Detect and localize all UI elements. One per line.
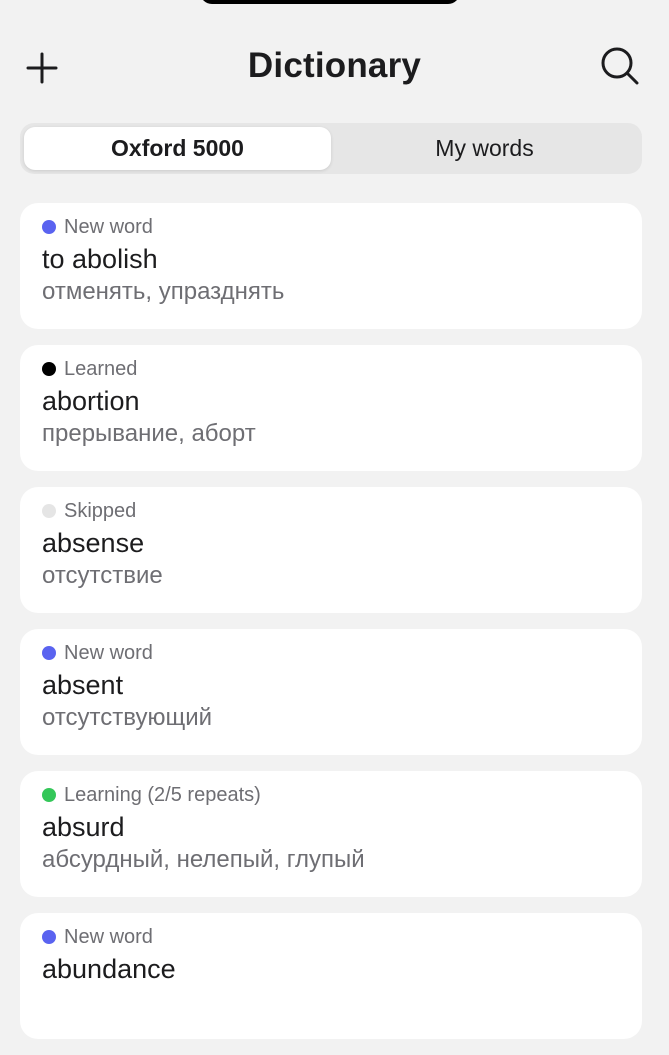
word-card[interactable]: New word abundance [20, 913, 642, 1039]
status-row: Learning (2/5 repeats) [42, 784, 620, 806]
word-list: New word to abolish отменять, упразднять… [20, 203, 642, 1055]
status-row: New word [42, 216, 620, 238]
tab-oxford-5000[interactable]: Oxford 5000 [24, 127, 331, 170]
word-text: abortion [42, 386, 140, 416]
word-translation: отсутствующий [42, 704, 213, 731]
page-title: Dictionary [247, 46, 422, 85]
status-dot [42, 788, 56, 802]
status-label: Learning (2/5 repeats) [64, 783, 261, 806]
status-dot [42, 930, 56, 944]
nav-header: Dictionary [0, 36, 669, 96]
status-row: New word [42, 642, 620, 664]
status-dot [42, 220, 56, 234]
status-label: New word [64, 925, 153, 948]
word-text: absense [42, 528, 145, 558]
tab-label: Oxford 5000 [111, 135, 244, 161]
device-notch [200, 0, 460, 4]
tab-my-words[interactable]: My words [331, 127, 638, 170]
status-dot [42, 362, 56, 376]
search-button[interactable] [598, 44, 642, 88]
word-card[interactable]: Learning (2/5 repeats) absurd абсурдный,… [20, 771, 642, 897]
word-text: absent [42, 670, 124, 700]
word-text: abundance [42, 954, 176, 984]
word-card[interactable]: Learned abortion прерывание, аборт [20, 345, 642, 471]
word-translation: отменять, упразднять [42, 278, 285, 305]
tab-label: My words [435, 135, 534, 161]
status-row: Learned [42, 358, 620, 380]
status-label: Skipped [64, 499, 137, 522]
status-label: New word [64, 215, 153, 238]
word-text: absurd [42, 812, 125, 842]
word-translation: отсутствие [42, 562, 163, 589]
word-card[interactable]: New word to abolish отменять, упразднять [20, 203, 642, 329]
status-dot [42, 646, 56, 660]
search-icon [601, 47, 639, 85]
status-label: New word [64, 641, 153, 664]
word-text: to abolish [42, 244, 158, 274]
word-translation: прерывание, аборт [42, 420, 256, 447]
word-translation: абсурдный, нелепый, глупый [42, 846, 365, 873]
status-row: New word [42, 926, 620, 948]
status-label: Learned [64, 357, 138, 380]
word-card[interactable]: Skipped absense отсутствие [20, 487, 642, 613]
status-dot [42, 504, 56, 518]
word-card[interactable]: New word absent отсутствующий [20, 629, 642, 755]
status-row: Skipped [42, 500, 620, 522]
dictionary-tabs: Oxford 5000 My words [20, 123, 642, 174]
